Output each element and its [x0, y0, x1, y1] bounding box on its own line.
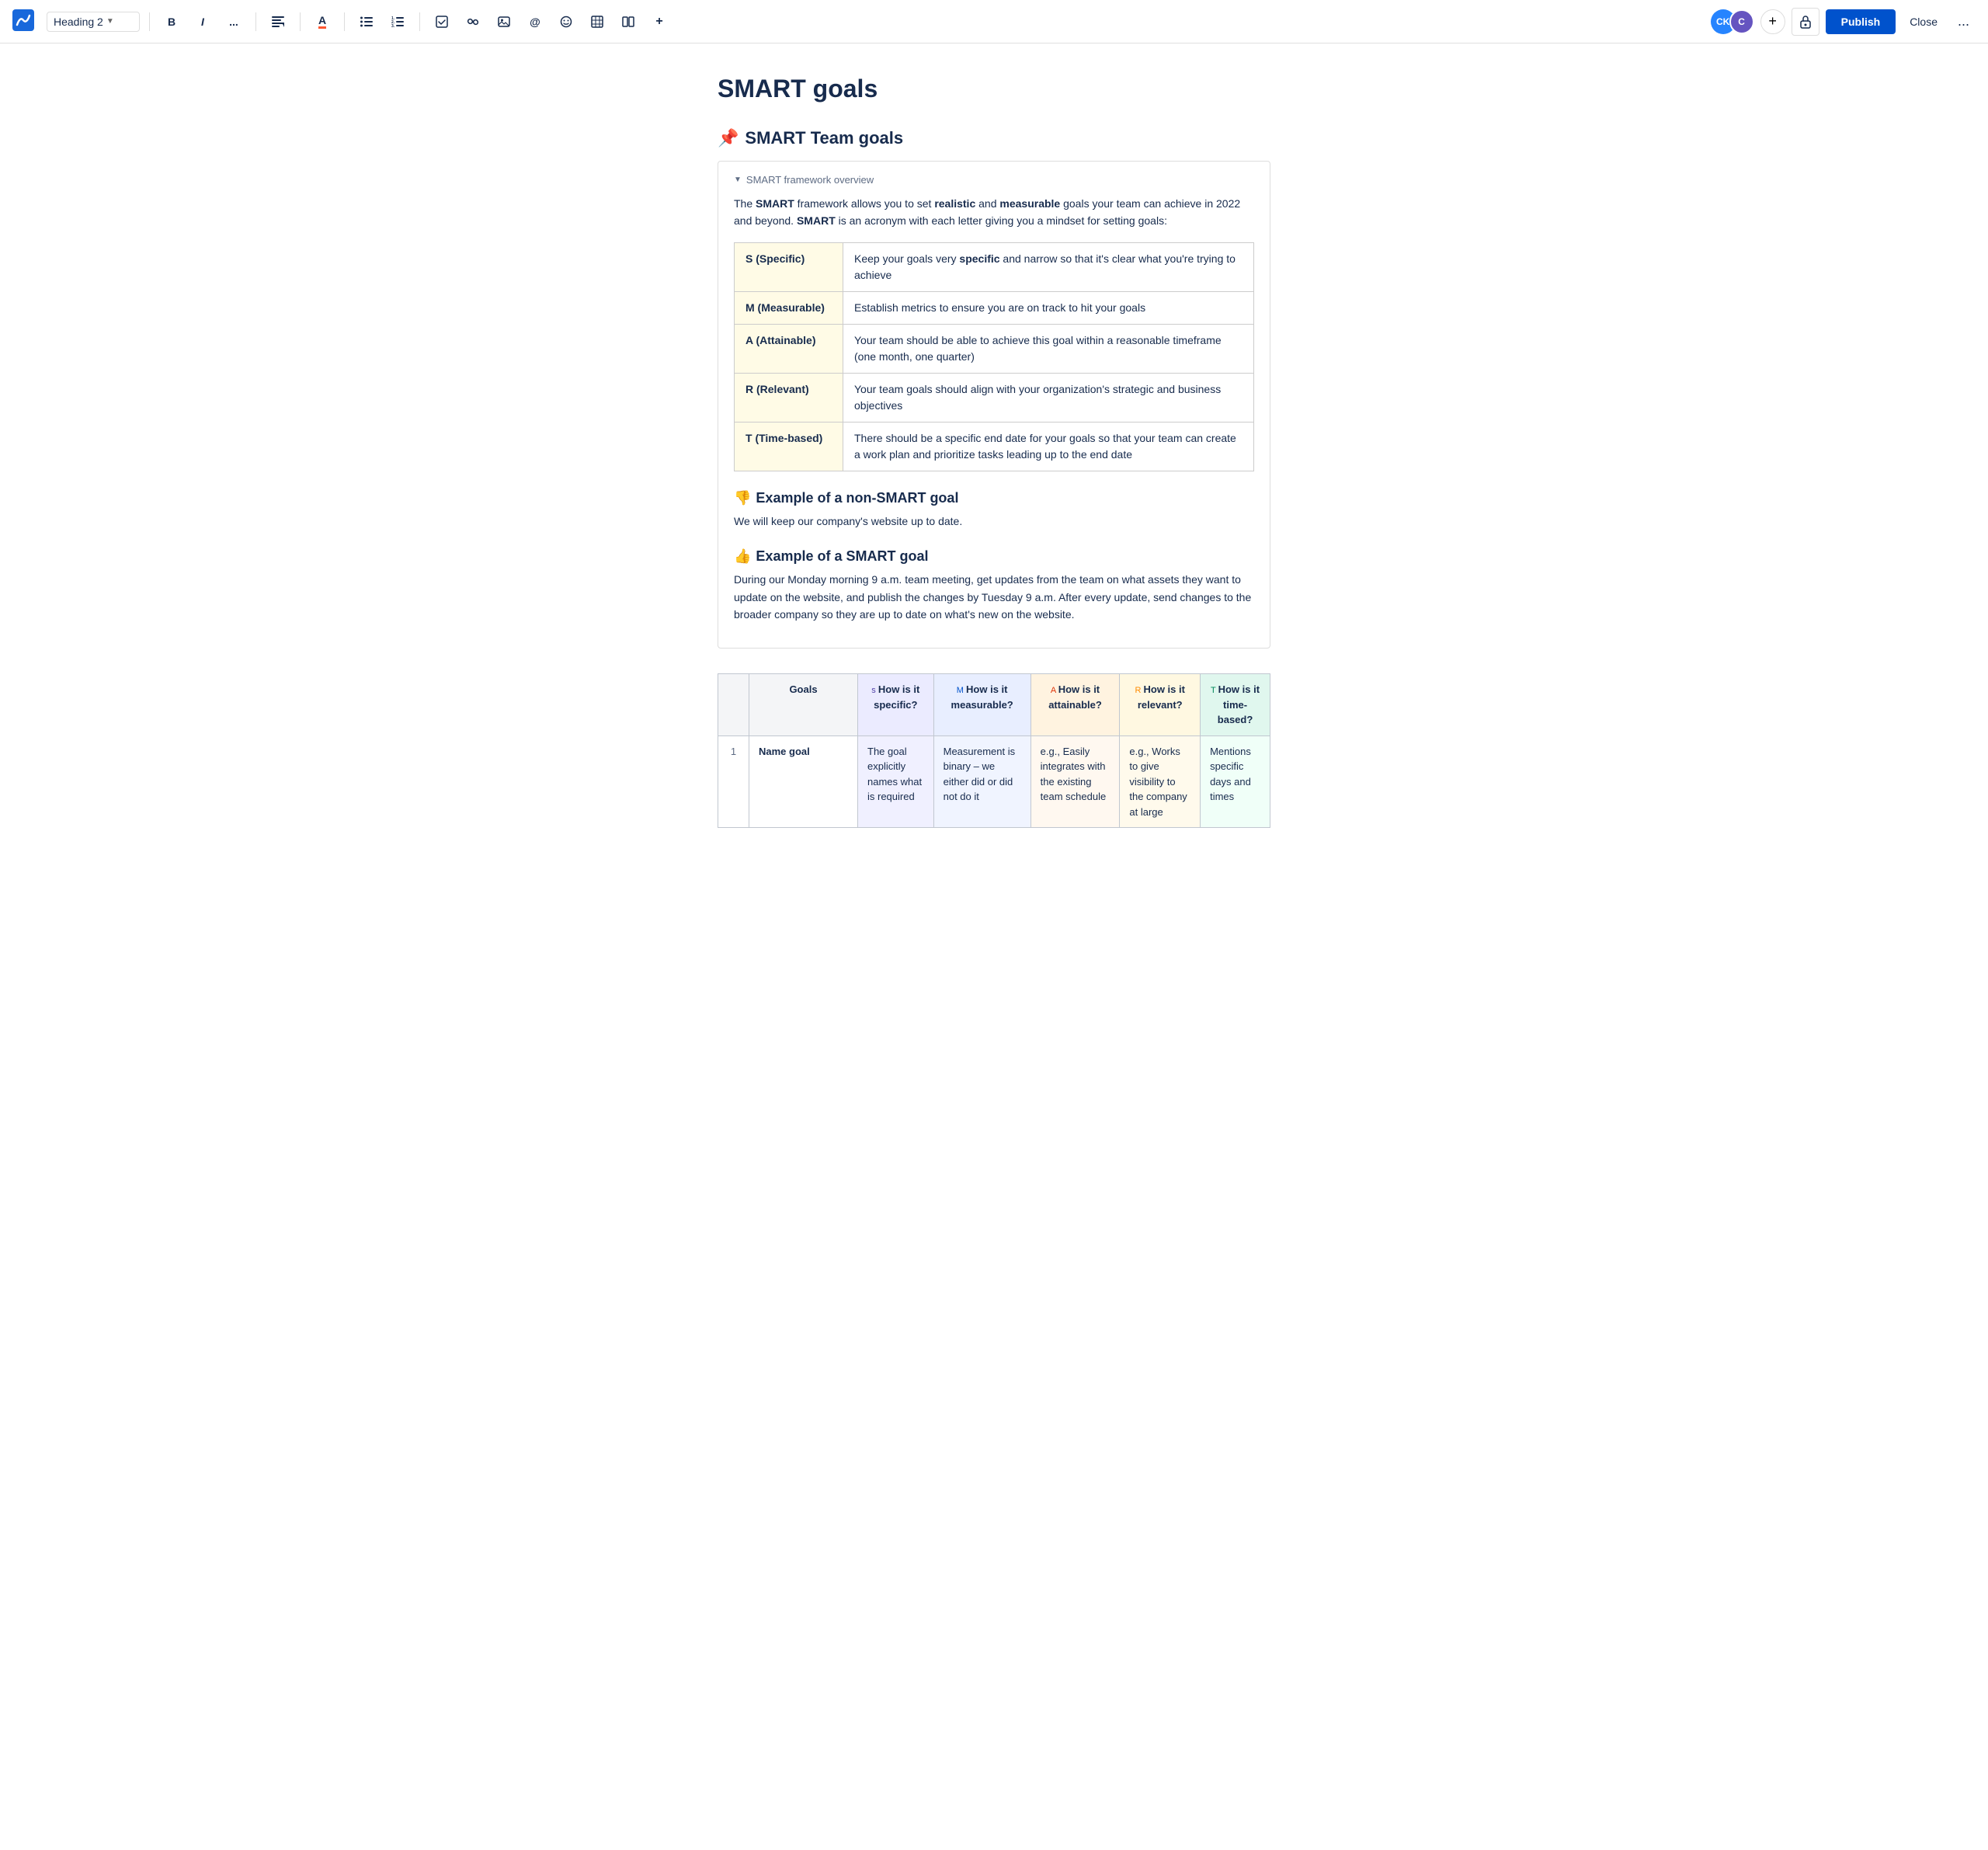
goals-column-header-5: R How is it relevant?	[1120, 674, 1201, 736]
non-smart-text: We will keep our company's website up to…	[734, 513, 1254, 530]
expand-title-row[interactable]: ▼ SMART framework overview	[734, 174, 1254, 186]
goals-cell-num: 1	[718, 735, 749, 828]
smart-icon: 👍	[734, 548, 751, 565]
bold-button[interactable]: B	[159, 9, 184, 34]
svg-text:3.: 3.	[391, 24, 395, 27]
heading-format-select[interactable]: Heading 2 ▼	[47, 12, 140, 32]
goals-table: Goalss How is it specific?M How is it me…	[718, 673, 1270, 828]
expand-title: SMART framework overview	[746, 174, 874, 186]
more-format-button[interactable]: ...	[221, 9, 246, 34]
goals-column-header-4: A How is it attainable?	[1030, 674, 1120, 736]
smart-text: During our Monday morning 9 a.m. team me…	[734, 571, 1254, 623]
more-insert-button[interactable]: +	[647, 9, 672, 34]
toolbar-right: CK C + Publish Close ...	[1711, 8, 1976, 36]
align-button[interactable]	[266, 9, 290, 34]
goals-cell-timebased: Mentions specific days and times	[1201, 735, 1270, 828]
smart-description: Your team goals should align with your o…	[843, 373, 1254, 422]
table-button[interactable]	[585, 9, 610, 34]
avatar-c: C	[1729, 9, 1754, 34]
non-smart-heading-text: Example of a non-SMART goal	[756, 490, 958, 506]
smart-heading-text: Example of a SMART goal	[756, 548, 928, 565]
toolbar: Heading 2 ▼ B I ... A 1.2.3. @	[0, 0, 1988, 43]
smart-letter: R (Relevant)	[735, 373, 843, 422]
smart-description: Establish metrics to ensure you are on t…	[843, 291, 1254, 324]
goals-cell-measurable: Measurement is binary – we either did or…	[933, 735, 1030, 828]
smart-description: Keep your goals very specific and narrow…	[843, 242, 1254, 291]
goals-table-row: 1Name goalThe goal explicitly names what…	[718, 735, 1270, 828]
task-button[interactable]	[429, 9, 454, 34]
smart-table-row: A (Attainable) Your team should be able …	[735, 324, 1254, 373]
heading-select-label: Heading 2	[54, 16, 103, 28]
section1-heading-text: SMART Team goals	[745, 128, 903, 148]
text-color-button[interactable]: A	[310, 9, 335, 34]
toolbar-divider-5	[419, 12, 420, 31]
layout-button[interactable]	[616, 9, 641, 34]
expand-arrow-icon: ▼	[734, 176, 742, 184]
goals-column-header-3: M How is it measurable?	[933, 674, 1030, 736]
add-collaborator-button[interactable]: +	[1760, 9, 1785, 34]
smart-heading: 👍 Example of a SMART goal	[734, 548, 1254, 565]
smart-table: S (Specific) Keep your goals very specif…	[734, 242, 1254, 471]
non-smart-icon: 👎	[734, 490, 751, 506]
non-smart-heading: 👎 Example of a non-SMART goal	[734, 490, 1254, 506]
smart-letter: A (Attainable)	[735, 324, 843, 373]
goals-column-header-0	[718, 674, 749, 736]
chevron-down-icon: ▼	[106, 17, 114, 26]
ordered-list-button[interactable]: 1.2.3.	[385, 9, 410, 34]
toolbar-divider-4	[344, 12, 345, 31]
goals-cell-specific: The goal explicitly names what is requir…	[858, 735, 934, 828]
image-button[interactable]	[492, 9, 516, 34]
emoji-button[interactable]	[554, 9, 579, 34]
italic-button[interactable]: I	[190, 9, 215, 34]
lock-button[interactable]	[1792, 8, 1819, 36]
goals-column-header-6: T How is it time-based?	[1201, 674, 1270, 736]
content-area: SMART goals 📌 SMART Team goals ▼ SMART f…	[699, 43, 1289, 859]
smart-description: There should be a specific end date for …	[843, 422, 1254, 471]
toolbar-divider-1	[149, 12, 150, 31]
smart-letter: M (Measurable)	[735, 291, 843, 324]
expand-intro: The SMART framework allows you to set re…	[734, 195, 1254, 230]
goals-table-wrap: Goalss How is it specific?M How is it me…	[718, 673, 1270, 828]
smart-table-row: T (Time-based) There should be a specifi…	[735, 422, 1254, 471]
section1-heading: 📌 SMART Team goals	[718, 128, 1270, 148]
goals-column-header-2: s How is it specific?	[858, 674, 934, 736]
smart-letter: T (Time-based)	[735, 422, 843, 471]
smart-table-row: M (Measurable) Establish metrics to ensu…	[735, 291, 1254, 324]
expand-content: The SMART framework allows you to set re…	[734, 195, 1254, 623]
section1-icon: 📌	[718, 128, 739, 148]
goals-cell-attainable: e.g., Easily integrates with the existin…	[1030, 735, 1120, 828]
mention-button[interactable]: @	[523, 9, 547, 34]
link-button[interactable]	[461, 9, 485, 34]
smart-section: 👍 Example of a SMART goal During our Mon…	[734, 548, 1254, 623]
smart-table-row: R (Relevant) Your team goals should alig…	[735, 373, 1254, 422]
toolbar-divider-3	[300, 12, 301, 31]
smart-letter: S (Specific)	[735, 242, 843, 291]
smart-table-row: S (Specific) Keep your goals very specif…	[735, 242, 1254, 291]
text-color-icon: A	[318, 14, 326, 29]
close-button[interactable]: Close	[1902, 11, 1945, 33]
app-logo	[12, 9, 34, 33]
goals-cell-goals: Name goal	[749, 735, 858, 828]
smart-description: Your team should be able to achieve this…	[843, 324, 1254, 373]
collaborators-avatars: CK C	[1711, 9, 1754, 34]
more-options-button[interactable]: ...	[1952, 10, 1976, 33]
publish-button[interactable]: Publish	[1826, 9, 1896, 34]
bullet-list-button[interactable]	[354, 9, 379, 34]
expand-box: ▼ SMART framework overview The SMART fra…	[718, 161, 1270, 649]
goals-cell-relevant: e.g., Works to give visibility to the co…	[1120, 735, 1201, 828]
toolbar-divider-2	[255, 12, 256, 31]
page-title: SMART goals	[718, 75, 1270, 103]
goals-column-header-1: Goals	[749, 674, 858, 736]
non-smart-section: 👎 Example of a non-SMART goal We will ke…	[734, 490, 1254, 530]
